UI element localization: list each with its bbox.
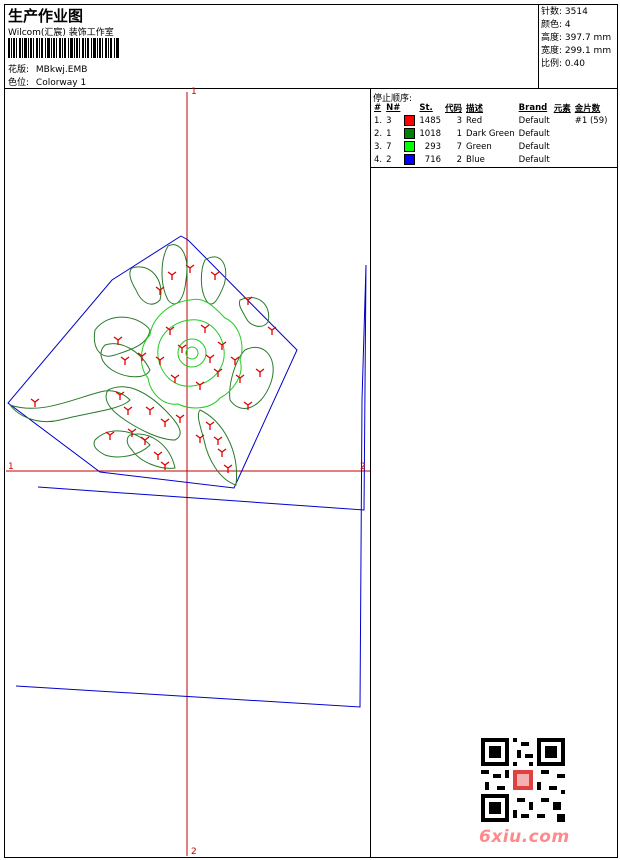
- stitch-mark: [123, 406, 133, 415]
- stitch-mark: [195, 381, 205, 390]
- right-leaf: [229, 347, 274, 409]
- stitch-mark: [167, 271, 177, 280]
- axis-label-left: 1: [8, 462, 14, 472]
- stitch-mark: [213, 436, 223, 445]
- stitch-mark: [195, 434, 205, 443]
- blue-outline-top: [7, 235, 298, 489]
- stitch-mark: [140, 436, 150, 445]
- stitch-mark: [105, 431, 115, 440]
- stitch-mark: [170, 374, 180, 383]
- stitch-mark: [175, 414, 185, 423]
- watermark-brand: 6xiu.com: [479, 827, 570, 847]
- stitch-mark: [200, 324, 210, 333]
- red-stitch-marks: [30, 264, 277, 473]
- stitch-mark: [30, 398, 40, 407]
- left-petal: [93, 316, 151, 357]
- stitch-mark: [177, 344, 187, 353]
- top-petal: [161, 244, 188, 305]
- stitch-mark: [160, 461, 170, 470]
- stitch-mark: [223, 464, 233, 473]
- stitch-mark: [145, 406, 155, 415]
- stitch-mark: [217, 448, 227, 457]
- axis-label-bottom: 2: [191, 847, 197, 857]
- stitch-mark: [255, 368, 265, 377]
- outer-ring: [141, 298, 243, 409]
- stitch-mark: [153, 451, 163, 460]
- stitch-mark: [155, 286, 165, 295]
- left-branch: [8, 390, 131, 423]
- stitch-mark: [120, 356, 130, 365]
- green-flower: [141, 298, 243, 409]
- stitch-mark: [210, 271, 220, 280]
- right-tendril: [239, 297, 270, 327]
- lower-left-leaf: [93, 430, 151, 458]
- stem-cluster: [105, 386, 181, 441]
- qr-code-icon: [481, 738, 565, 822]
- stitch-mark: [205, 354, 215, 363]
- upper-right-petal: [200, 256, 227, 305]
- stitch-mark: [217, 341, 227, 350]
- upper-left-petal: [129, 266, 162, 305]
- middle-ring: [157, 319, 225, 387]
- lower-right-leaf: [197, 409, 238, 486]
- stitch-mark: [160, 418, 170, 427]
- stitch-mark: [205, 421, 215, 430]
- stitch-mark: [267, 326, 277, 335]
- stitch-mark: [155, 356, 165, 365]
- axis-label-right: 2: [360, 462, 366, 472]
- core-ring: [185, 346, 199, 360]
- axis-label-top: 1: [191, 87, 197, 97]
- design-canvas: [6, 92, 370, 856]
